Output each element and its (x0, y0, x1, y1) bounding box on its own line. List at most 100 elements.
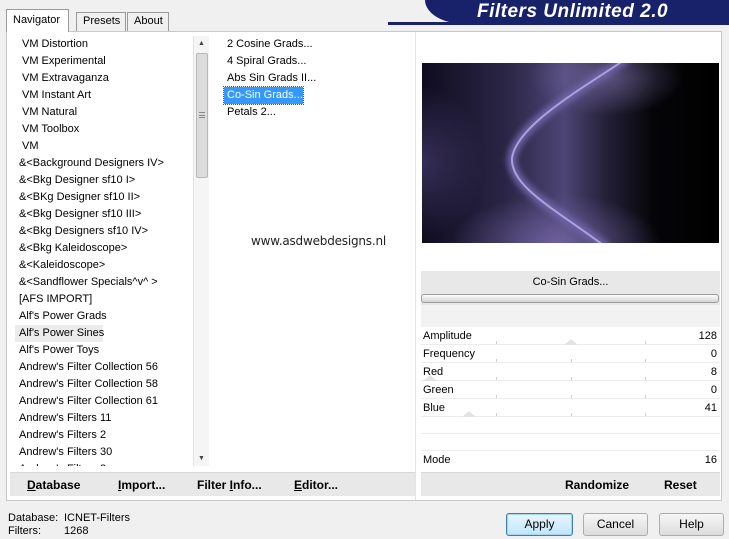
editor-button[interactable]: Editor... (294, 478, 338, 492)
preview-wave (507, 63, 629, 243)
database-button[interactable]: Database (27, 478, 80, 492)
filter-name-label: Co-Sin Grads... (421, 271, 720, 293)
slider-tick (571, 413, 572, 416)
category-item[interactable]: &<Sandflower Specials^v^ > (15, 274, 193, 291)
category-item[interactable]: Alf's Power Grads (15, 308, 193, 325)
category-item[interactable]: VM Natural (15, 104, 193, 121)
status-database-value: ICNET-Filters (64, 512, 130, 524)
category-item[interactable]: Andrew's Filter Collection 61 (15, 393, 193, 410)
category-item[interactable]: &<Kaleidoscope> (15, 257, 193, 274)
parameter-value: 41 (704, 402, 717, 414)
database-button-bar: Database Import... Filter Info... Editor… (10, 472, 415, 496)
category-item[interactable]: Alf's Power Sines (15, 325, 104, 342)
category-item[interactable]: Andrew's Filters 2 (15, 427, 193, 444)
category-item[interactable]: VM Experimental (15, 53, 193, 70)
category-list[interactable]: VM Distortion VM Experimental VM Extravaga… (15, 36, 193, 466)
filter-list[interactable]: 2 Cosine Grads... 4 Spiral Grads... Abs Si… (223, 36, 414, 121)
filter-row: Co-Sin Grads... (223, 86, 414, 105)
category-item[interactable]: &<Background Designers IV> (15, 155, 193, 172)
scroll-thumb[interactable] (196, 53, 208, 178)
import-button-label: mport... (121, 478, 166, 492)
slider-tick (496, 395, 497, 398)
database-button-label: atabase (35, 478, 81, 492)
apply-button[interactable]: Apply (506, 513, 573, 536)
parameter-label: Amplitude (423, 330, 472, 342)
scroll-down-arrow-icon[interactable]: ▼ (194, 451, 209, 466)
status-database: Database: ICNET-Filters (8, 512, 130, 525)
editor-button-accesskey: E (294, 478, 303, 492)
help-button[interactable]: Help (659, 513, 724, 536)
reset-button[interactable]: Reset (664, 478, 697, 492)
slider-tick (645, 359, 646, 362)
filter-item[interactable]: 2 Cosine Grads... (224, 36, 313, 53)
mode-value: 16 (704, 454, 717, 466)
category-item[interactable]: Andrew's Filters 30 (15, 444, 193, 461)
filter-item[interactable]: Co-Sin Grads... (223, 86, 304, 105)
category-item[interactable]: Alf's Power Toys (15, 342, 193, 359)
category-item[interactable]: VM (15, 138, 193, 155)
parameter-row[interactable]: Frequency 0 (421, 345, 720, 363)
parameter-value: 8 (710, 366, 717, 378)
filter-item[interactable]: Petals 2... (224, 104, 276, 121)
parameter-value: 0 (710, 348, 717, 360)
parameter-row[interactable]: Green 0 (421, 381, 720, 399)
category-item[interactable]: Andrew's Filters 3 (15, 461, 193, 466)
cancel-button[interactable]: Cancel (583, 513, 648, 536)
category-item[interactable]: &<Bkg Designer sf10 I> (15, 172, 193, 189)
filter-row: 4 Spiral Grads... (224, 53, 414, 70)
category-item[interactable]: VM Distortion (15, 36, 193, 53)
filter-row: 2 Cosine Grads... (224, 36, 414, 53)
category-item[interactable]: &<Bkg Designers sf10 IV> (15, 223, 193, 240)
parameter-row[interactable]: Red 8 (421, 363, 720, 381)
database-button-accesskey: D (27, 478, 36, 492)
parameter-row-empty (421, 434, 720, 451)
parameter-label: Green (423, 384, 454, 396)
filter-info-button[interactable]: Filter Info... (197, 478, 262, 492)
category-item[interactable]: &<Bkg Kaleidoscope> (15, 240, 193, 257)
mode-row[interactable]: Mode 16 (421, 451, 720, 469)
status-filters-label: Filters: (8, 525, 41, 537)
tab-presets[interactable]: Presets (76, 12, 126, 31)
status-database-label: Database: (8, 512, 59, 524)
tab-about[interactable]: About (127, 12, 169, 31)
category-item[interactable]: VM Instant Art (15, 87, 193, 104)
randomize-button[interactable]: Randomize (565, 478, 629, 492)
scroll-up-arrow-icon[interactable]: ▲ (194, 36, 209, 51)
slider-tick (645, 377, 646, 380)
status-area: Database: ICNET-Filters Filters: 1268 (8, 512, 130, 538)
status-filters-value: 1268 (64, 525, 89, 537)
parameter-value: 128 (698, 330, 717, 342)
slider-tick (645, 341, 646, 344)
grip-icon (199, 112, 205, 118)
parameter-slider-marker[interactable] (462, 411, 476, 417)
category-item[interactable]: Andrew's Filter Collection 58 (15, 376, 193, 393)
category-item[interactable]: Andrew's Filters 11 (15, 410, 193, 427)
parameter-row-empty (421, 417, 720, 434)
watermark: www.asdwebdesigns.nl (251, 234, 387, 248)
editor-button-label: ditor... (302, 478, 339, 492)
filter-button-bar: Randomize Reset (421, 472, 720, 496)
parameter-row[interactable]: Blue 41 (421, 399, 720, 417)
filter-item[interactable]: Abs Sin Grads II... (224, 70, 316, 87)
slider-tick (496, 341, 497, 344)
parameter-label: Blue (423, 402, 446, 414)
category-item[interactable]: [AFS IMPORT] (15, 291, 193, 308)
category-item[interactable]: VM Toolbox (15, 121, 193, 138)
status-filters: Filters: 1268 (8, 525, 130, 538)
filter-slider[interactable] (421, 293, 720, 305)
import-button[interactable]: Import... (118, 478, 165, 492)
preview-image (422, 63, 719, 243)
category-item[interactable]: Andrew's Filter Collection 56 (15, 359, 193, 376)
filter-slider-track[interactable] (421, 294, 719, 303)
tab-navigator[interactable]: Navigator (6, 9, 69, 32)
category-scrollbar[interactable]: ▲ ▼ (193, 36, 209, 466)
slider-tick (645, 413, 646, 416)
parameter-label: Frequency (423, 348, 475, 360)
category-item[interactable]: &<BKg Designer sf10 II> (15, 189, 193, 206)
filter-item[interactable]: 4 Spiral Grads... (224, 53, 306, 70)
slider-tick (571, 395, 572, 398)
parameter-list: Amplitude 128 Frequency 0 Red 8 Green 0 Blue 41 (421, 327, 720, 451)
category-item[interactable]: VM Extravaganza (15, 70, 193, 87)
category-item[interactable]: &<Bkg Designer sf10 III> (15, 206, 193, 223)
parameter-row[interactable]: Amplitude 128 (421, 327, 720, 345)
